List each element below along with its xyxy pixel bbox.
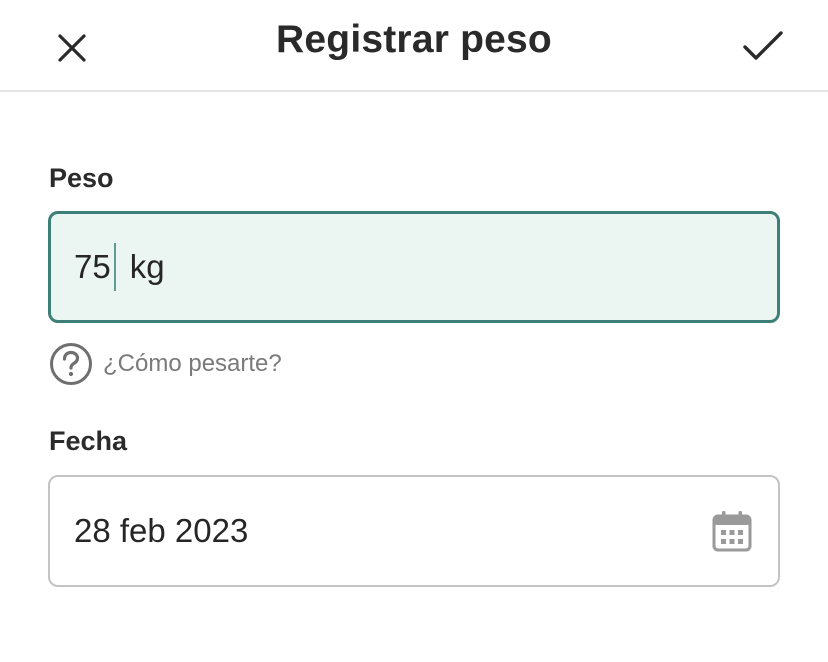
date-label: Fecha [49,426,128,456]
how-to-weigh-link[interactable]: ¿Cómo pesarte? [49,342,282,386]
close-icon [58,34,86,62]
close-button[interactable] [46,22,98,74]
top-bar: Registrar peso [0,0,828,92]
date-input[interactable]: 28 feb 2023 [48,475,780,587]
weight-value: 75 [74,248,111,285]
help-text: ¿Cómo pesarte? [103,350,282,377]
checkmark-icon [743,31,783,60]
page-title: Registrar peso [276,18,552,61]
weight-label: Peso [49,163,114,193]
weight-unit: kg [129,248,165,285]
text-caret [113,243,116,291]
weight-input[interactable]: 75 kg [48,211,780,323]
question-circle-icon [50,343,92,385]
confirm-button[interactable] [734,20,792,72]
date-value: 28 feb 2023 [74,512,249,549]
calendar-icon [712,511,752,552]
